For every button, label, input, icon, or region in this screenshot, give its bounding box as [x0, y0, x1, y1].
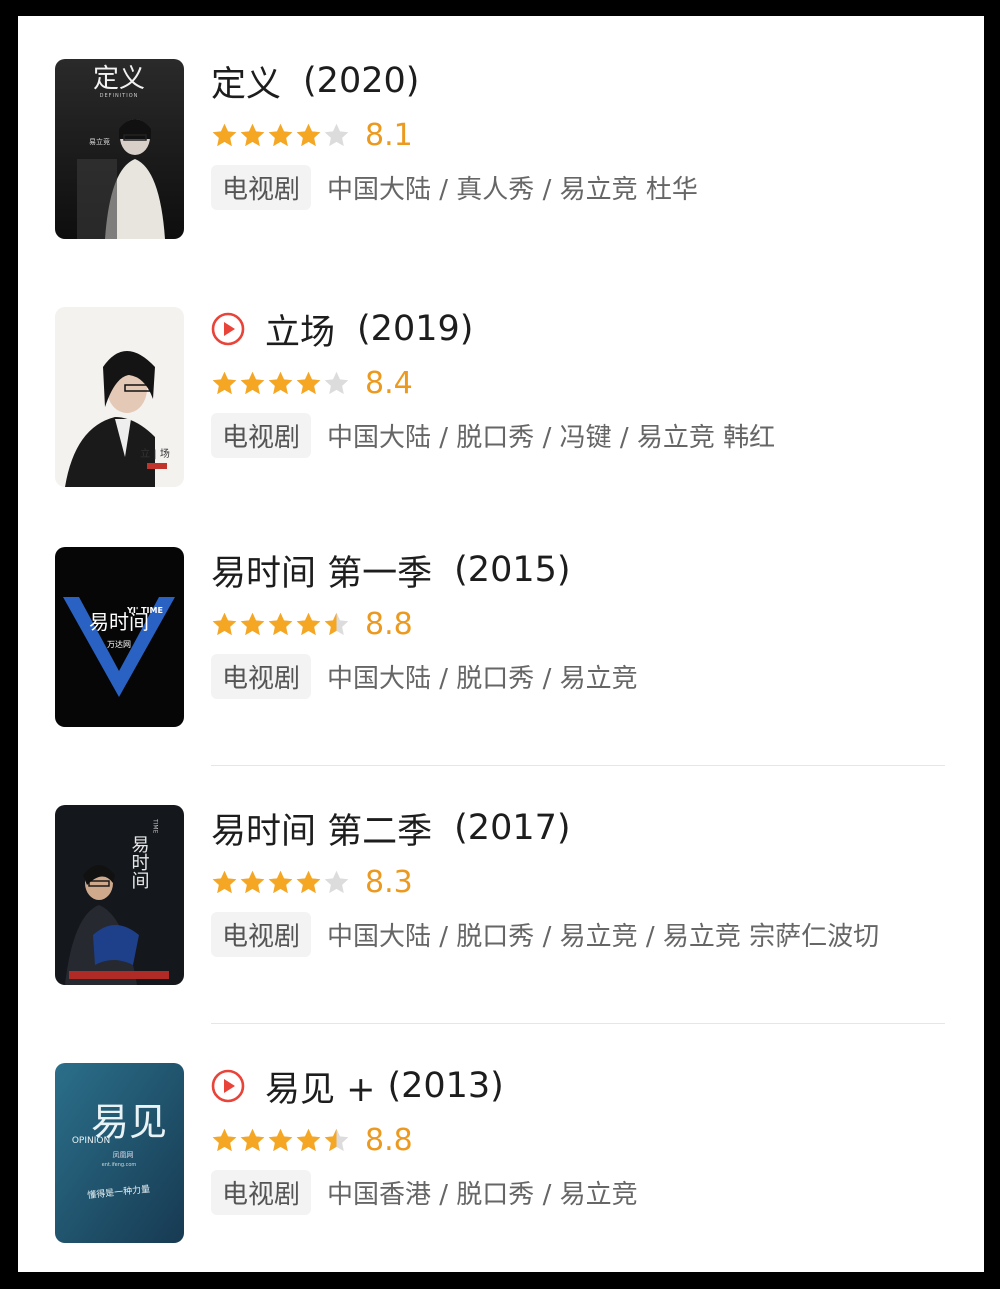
score: 8.3 — [365, 864, 413, 900]
star-icon — [240, 371, 265, 394]
rating: 8.3 — [211, 862, 413, 902]
info-text: 中国香港 / 脱口秀 / 易立竞 — [327, 1179, 638, 1210]
category-tag: 电视剧 — [211, 412, 312, 458]
star-rating — [211, 869, 351, 896]
star-icon — [324, 870, 349, 893]
meta-row: 电视剧 中国大陆 / 真人秀 / 易立竞 杜华 — [211, 164, 698, 210]
title[interactable]: 易见 + — [265, 1061, 375, 1112]
poster-name: 易立竞 — [89, 137, 110, 146]
year: (2015) — [454, 550, 571, 590]
star-icon — [240, 870, 265, 893]
poster-url: ent.ifeng.com — [102, 1162, 137, 1168]
star-icon — [212, 371, 237, 394]
info-text: 中国大陆 / 脱口秀 / 冯键 / 易立竞 韩红 — [327, 422, 776, 453]
poster-brand: 万达网 — [107, 639, 131, 649]
star-rating — [211, 611, 351, 638]
title-row: 立场 (2019) — [211, 305, 473, 353]
star-rating — [211, 370, 351, 397]
title-row: 易见 + (2013) — [211, 1062, 504, 1110]
meta-row: 电视剧 中国大陆 / 脱口秀 / 冯键 / 易立竞 韩红 — [211, 412, 776, 458]
title[interactable]: 定义 — [211, 56, 281, 107]
star-icon — [268, 371, 293, 394]
title[interactable]: 立场 — [265, 304, 335, 355]
poster-subtitle: DEFINITION — [100, 93, 139, 99]
star-icon — [268, 1128, 293, 1151]
poster-subtitle: TIME — [152, 818, 159, 834]
star-rating — [211, 1127, 351, 1154]
star-icon — [212, 1128, 237, 1151]
star-icon — [268, 612, 293, 635]
poster-subtitle: OPINION — [72, 1136, 110, 1146]
info-text: 中国大陆 / 脱口秀 / 易立竞 — [327, 663, 638, 694]
info-text: 中国大陆 / 脱口秀 / 易立竞 / 易立竞 宗萨仁波切 — [327, 921, 880, 952]
rating: 8.8 — [211, 1120, 413, 1160]
score: 8.1 — [365, 117, 413, 153]
poster-image[interactable]: 定义 DEFINITION 易立竞 — [55, 59, 184, 239]
poster-image[interactable]: 易时间 TIME — [55, 805, 184, 985]
movie-list: 定义 DEFINITION 易立竞 定义 (2020) 8.1 电视剧 中国大陆… — [18, 16, 984, 1272]
score: 8.8 — [365, 1122, 413, 1158]
category-tag: 电视剧 — [211, 653, 312, 699]
year: (2017) — [454, 808, 571, 848]
category-tag: 电视剧 — [211, 1169, 312, 1215]
play-circle-icon[interactable] — [211, 312, 245, 346]
meta-row: 电视剧 中国香港 / 脱口秀 / 易立竞 — [211, 1169, 638, 1215]
list-item[interactable]: 易见 OPINION 凤凰网 ent.ifeng.com 懂得是一种力量 易见 … — [18, 1062, 984, 1262]
title[interactable]: 易时间 第二季 — [211, 803, 432, 854]
score: 8.4 — [365, 365, 413, 401]
year: (2020) — [303, 61, 420, 101]
rating: 8.1 — [211, 115, 413, 155]
poster-brand: 凤凰网 — [113, 1151, 134, 1159]
meta-row: 电视剧 中国大陆 / 脱口秀 / 易立竞 / 易立竞 宗萨仁波切 — [211, 911, 880, 957]
star-icon — [296, 371, 321, 394]
star-icon — [296, 123, 321, 146]
star-icon — [296, 612, 321, 635]
year: (2013) — [387, 1066, 504, 1106]
star-icon — [212, 123, 237, 146]
star-rating — [211, 122, 351, 149]
title-row: 易时间 第二季 (2017) — [211, 804, 571, 852]
title-row: 定义 (2020) — [211, 57, 419, 105]
poster-title: 易时间 — [89, 610, 149, 634]
poster-title: 定义 — [93, 64, 145, 94]
star-icon — [268, 870, 293, 893]
star-icon — [240, 1128, 265, 1151]
star-icon — [268, 123, 293, 146]
divider — [211, 1023, 945, 1024]
star-icon — [240, 123, 265, 146]
info-text: 中国大陆 / 真人秀 / 易立竞 杜华 — [327, 174, 698, 205]
star-icon — [212, 612, 237, 635]
category-tag: 电视剧 — [211, 911, 312, 957]
star-icon — [240, 612, 265, 635]
meta-row: 电视剧 中国大陆 / 脱口秀 / 易立竞 — [211, 653, 638, 699]
star-icon — [296, 1128, 321, 1151]
rating: 8.8 — [211, 604, 413, 644]
star-icon — [212, 870, 237, 893]
star-icon — [324, 1128, 349, 1151]
star-icon — [324, 612, 349, 635]
list-item[interactable]: 易时间 TIME 易时间 第二季 (2017) 8.3 电视剧 中国大陆 / 脱… — [18, 804, 984, 1004]
title[interactable]: 易时间 第一季 — [211, 545, 432, 596]
list-item[interactable]: 定义 DEFINITION 易立竞 定义 (2020) 8.1 电视剧 中国大陆… — [18, 57, 984, 257]
list-item[interactable]: YI' TIME 易时间 万达网 易时间 第一季 (2015) 8.8 电视剧 … — [18, 546, 984, 746]
poster-image[interactable]: 易见 OPINION 凤凰网 ent.ifeng.com 懂得是一种力量 — [55, 1063, 184, 1243]
divider — [211, 765, 945, 766]
poster-title: 立 | 场 — [140, 447, 170, 460]
poster-image[interactable]: 立 | 场 — [55, 307, 184, 487]
poster-title: 易时间 — [129, 835, 150, 889]
list-item[interactable]: 立 | 场 立场 (2019) 8.4 电视剧 中国大陆 / 脱口秀 / 冯键 … — [18, 305, 984, 505]
star-icon — [324, 123, 349, 146]
category-tag: 电视剧 — [211, 164, 312, 210]
score: 8.8 — [365, 606, 413, 642]
play-circle-icon[interactable] — [211, 1069, 245, 1103]
title-row: 易时间 第一季 (2015) — [211, 546, 571, 594]
poster-image[interactable]: YI' TIME 易时间 万达网 — [55, 547, 184, 727]
star-icon — [324, 371, 349, 394]
rating: 8.4 — [211, 363, 413, 403]
year: (2019) — [357, 309, 474, 349]
star-icon — [296, 870, 321, 893]
